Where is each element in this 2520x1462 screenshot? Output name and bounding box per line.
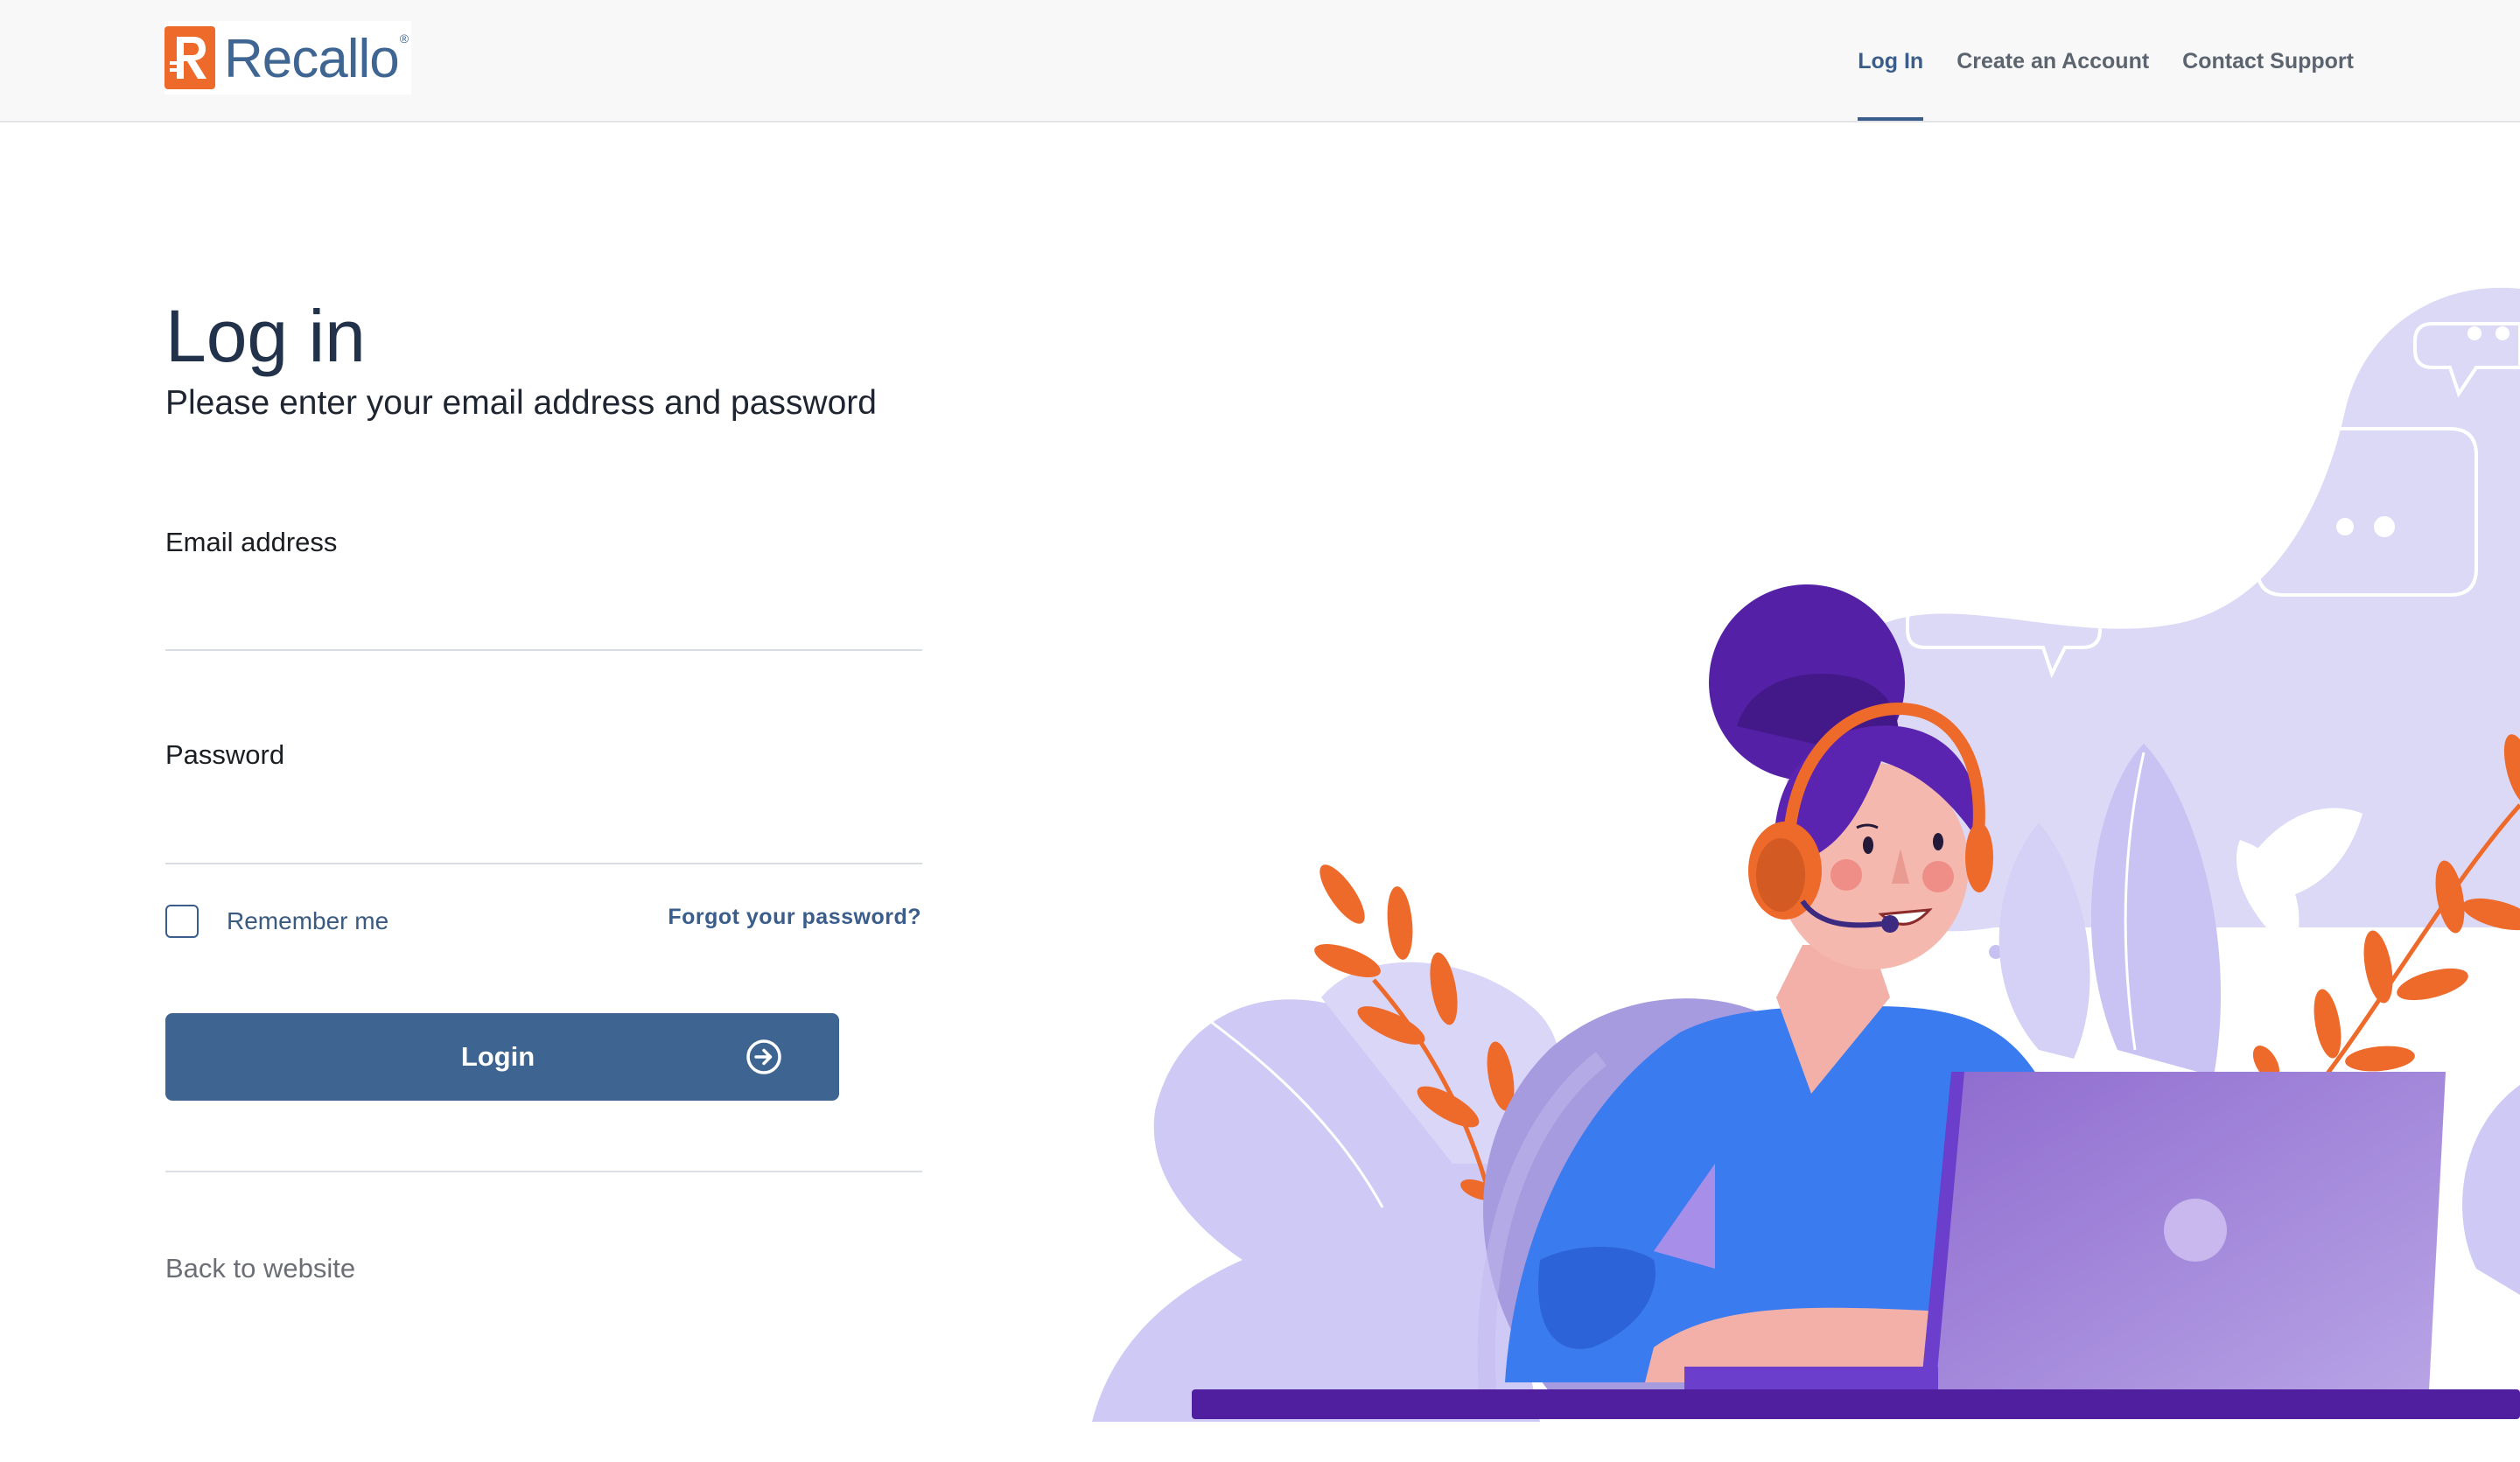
recallo-logo[interactable]: Recallo ® (164, 21, 411, 94)
laptop-logo (2164, 1199, 2227, 1262)
email-label: Email address (165, 527, 338, 557)
page-title: Log in (165, 295, 366, 377)
email-field[interactable] (165, 598, 922, 651)
password-field[interactable] (165, 812, 922, 864)
nav-create-account[interactable]: Create an Account (1956, 0, 2149, 122)
login-button[interactable]: Login (165, 1013, 839, 1101)
arrow-right-circle-icon (746, 1039, 781, 1074)
form-divider (165, 1171, 922, 1172)
desk (1192, 1389, 2520, 1419)
registered-mark: ® (399, 31, 410, 45)
nav-log-in[interactable]: Log In (1858, 0, 1923, 122)
forgot-password-link[interactable]: Forgot your password? (668, 905, 921, 930)
top-navigation-bar: Recallo ® Log In Create an Account Conta… (0, 0, 2520, 122)
back-to-website-link[interactable]: Back to website (165, 1253, 355, 1284)
nav-contact-support[interactable]: Contact Support (2182, 0, 2354, 122)
headset-earcup-right (1965, 822, 1993, 892)
login-button-label: Login (460, 1041, 536, 1072)
support-agent-illustration (1092, 287, 2520, 1422)
laptop-base (1684, 1367, 1938, 1389)
remember-me-label[interactable]: Remember me (227, 906, 388, 936)
page-subtitle: Please enter your email address and pass… (165, 384, 877, 422)
logo-wordmark: Recallo (224, 29, 400, 89)
password-label: Password (165, 739, 285, 770)
remember-me-checkbox[interactable] (165, 905, 199, 938)
leaf-right-edge (2462, 1085, 2520, 1295)
recallo-r-logo-icon (164, 26, 215, 89)
main-nav: Log In Create an Account Contact Support (1858, 0, 2354, 122)
